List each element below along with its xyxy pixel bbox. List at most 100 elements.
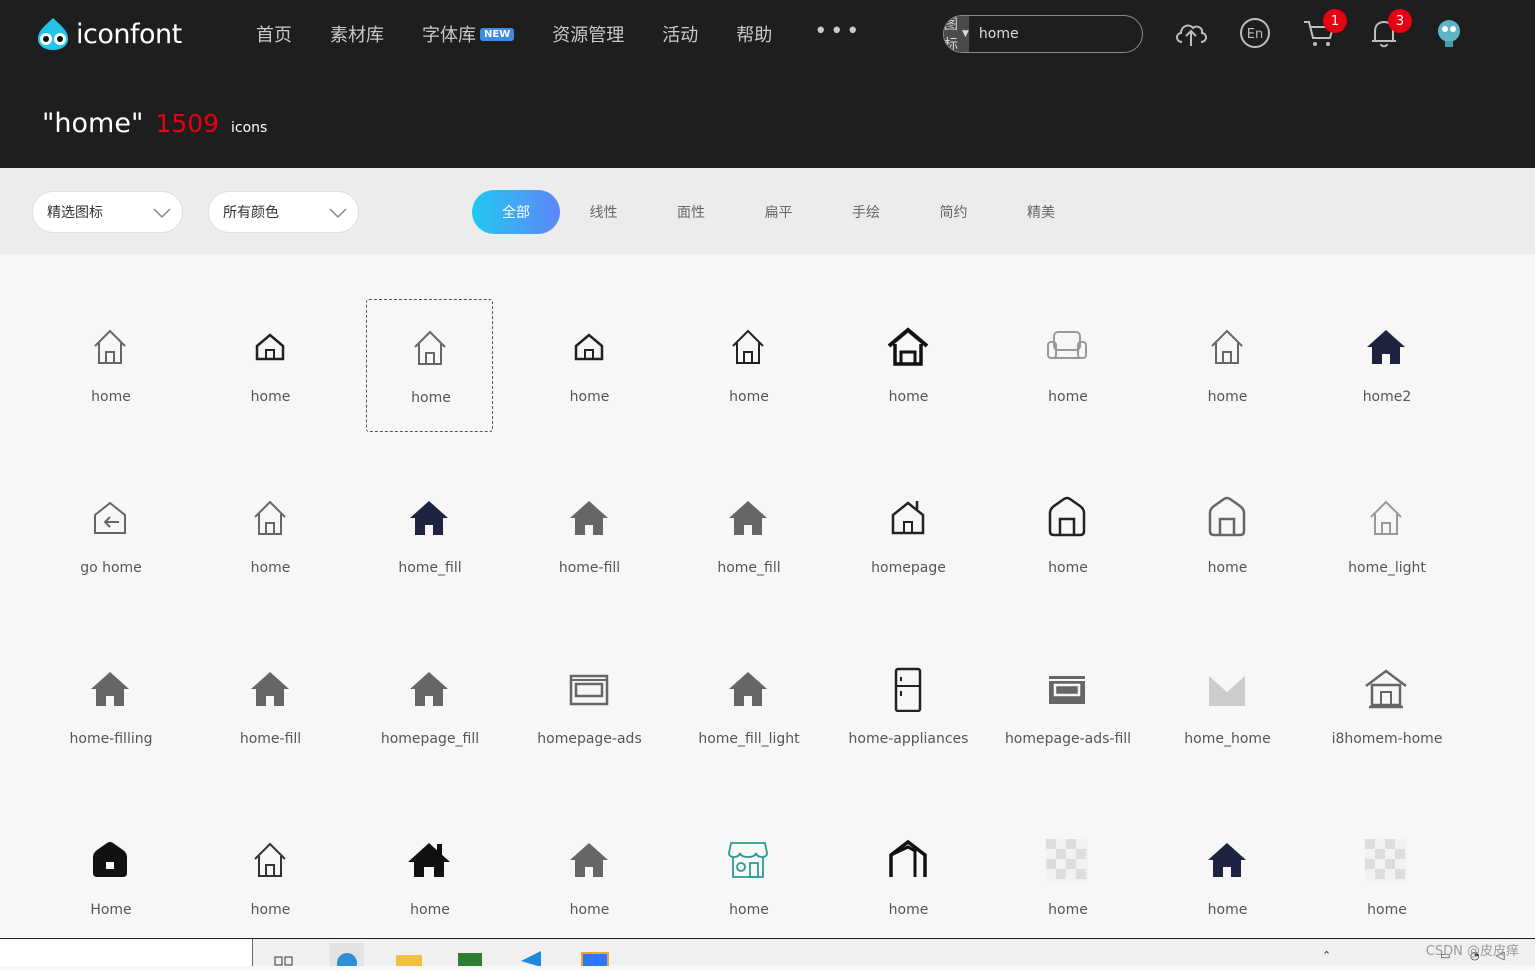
nav-home[interactable]: 首页 (256, 21, 292, 47)
cart-button[interactable]: 1 (1301, 9, 1347, 51)
icon-card[interactable]: home_fill (685, 470, 812, 603)
icon-card[interactable]: home (845, 299, 972, 432)
color-dropdown[interactable]: 所有颜色 (208, 191, 359, 233)
icon-card[interactable]: home (207, 470, 334, 603)
main-nav: 首页 素材库 字体库 NEW 资源管理 活动 帮助 ••• (256, 21, 862, 47)
home-rounded-icon (1048, 496, 1086, 537)
icon-label: home (569, 902, 610, 918)
icon-label: home_fill_light (698, 731, 800, 747)
icon-type-dropdown[interactable]: 精选图标 (32, 191, 183, 233)
icon-card[interactable]: home-appliances (845, 641, 972, 774)
tray-chevron-icon[interactable]: ⌃ (1322, 949, 1331, 962)
nav-label: 首页 (256, 25, 292, 46)
icon-label: home_home (1184, 731, 1271, 747)
icon-card[interactable]: homepage_fill (366, 641, 493, 774)
language-icon: En (1240, 18, 1270, 48)
notification-button[interactable]: 3 (1366, 9, 1412, 51)
tab-handdrawn[interactable]: 手绘 (822, 190, 910, 234)
avatar[interactable] (1431, 15, 1467, 51)
icon-card[interactable]: home2 (1323, 299, 1450, 432)
icon-card[interactable]: home (685, 812, 812, 945)
icon-card[interactable]: homepage (845, 470, 972, 603)
icon-card[interactable]: home-fill (526, 470, 653, 603)
icon-card[interactable]: home_light (1323, 470, 1450, 603)
nav-resources[interactable]: 资源管理 (552, 21, 624, 47)
tab-filled[interactable]: 面性 (647, 190, 735, 234)
taskbar-search-area[interactable] (0, 939, 253, 966)
watermark: CSDN @皮皮痒 (1425, 944, 1519, 959)
tab-flat[interactable]: 扁平 (735, 190, 823, 234)
app-taskbar-icon[interactable] (578, 943, 612, 968)
icon-card[interactable]: home (1004, 812, 1131, 945)
logo-text: iconfont (76, 18, 182, 50)
icon-label: home (91, 389, 131, 405)
icon-card[interactable]: home (207, 812, 334, 945)
tab-refined[interactable]: 精美 (997, 190, 1085, 234)
ads-outline-icon (569, 674, 608, 706)
upload-button[interactable] (1173, 15, 1209, 51)
fridge-icon (894, 667, 921, 712)
icon-label: home (888, 902, 929, 918)
icon-card[interactable]: home (1323, 812, 1450, 945)
nav-fonts[interactable]: 字体库 NEW (422, 21, 515, 47)
icon-card[interactable]: home (366, 812, 493, 945)
icon-card[interactable]: home (47, 299, 174, 432)
icon-card[interactable]: home (207, 299, 334, 432)
more-menu-button[interactable]: ••• (814, 21, 862, 43)
vscode-taskbar-icon[interactable] (515, 943, 549, 967)
home-solid-icon (729, 501, 767, 535)
icon-card[interactable]: home (526, 812, 653, 945)
icon-card[interactable]: home (1164, 470, 1291, 603)
icon-label: homepage-ads (537, 731, 642, 747)
result-unit: icons (231, 120, 268, 136)
icon-card[interactable]: home (1164, 812, 1291, 945)
icon-label: home (1048, 389, 1088, 405)
icon-label: home (411, 390, 451, 406)
nav-help[interactable]: 帮助 (736, 21, 772, 47)
icon-card[interactable]: go home (47, 470, 174, 603)
icon-label: home-filling (69, 731, 153, 747)
placeholder-icon (1046, 839, 1088, 881)
chevron-down-icon (329, 208, 347, 219)
nav-materials[interactable]: 素材库 (330, 21, 384, 47)
icon-card[interactable]: home_fill_light (685, 641, 812, 774)
icon-card[interactable]: homepage-ads (526, 641, 653, 774)
browser-taskbar-icon[interactable] (330, 943, 364, 970)
icon-card[interactable]: home (1004, 299, 1131, 432)
icon-card[interactable]: Home (47, 812, 174, 945)
tab-simple[interactable]: 简约 (910, 190, 998, 234)
icon-card[interactable]: home (685, 299, 812, 432)
icon-card[interactable]: home-filling (47, 641, 174, 774)
task-view-icon[interactable] (271, 943, 305, 966)
icon-label: home (729, 389, 769, 405)
home-solid-icon (1207, 843, 1246, 877)
home-solid-icon (410, 501, 448, 535)
icon-card[interactable]: home_home (1164, 641, 1291, 774)
icon-label: i8homem-home (1331, 731, 1443, 747)
icon-label: home (569, 389, 610, 405)
icon-card[interactable]: home_fill (366, 470, 493, 603)
home-solid-icon (729, 672, 767, 706)
folder-taskbar-icon[interactable] (392, 943, 426, 967)
mail-box-icon (1207, 672, 1246, 706)
language-button[interactable]: En (1237, 15, 1273, 51)
logo[interactable]: iconfont (34, 16, 182, 52)
shop-icon (728, 842, 768, 878)
icon-card[interactable]: home (366, 299, 493, 432)
home-solid-icon (410, 672, 448, 706)
icon-card[interactable]: homepage-ads-fill (1004, 641, 1131, 774)
tab-linear[interactable]: 线性 (560, 190, 648, 234)
nav-activities[interactable]: 活动 (662, 21, 698, 47)
tab-all[interactable]: 全部 (472, 190, 560, 234)
home-blob-icon (93, 842, 127, 877)
search-type-select[interactable]: 图标 ▼ (944, 16, 969, 52)
icon-card[interactable]: home-fill (207, 641, 334, 774)
icon-card[interactable]: home (845, 812, 972, 945)
cloud-upload-icon (1176, 24, 1207, 46)
editor-taskbar-icon[interactable] (453, 943, 487, 967)
icon-card[interactable]: home (526, 299, 653, 432)
search-input[interactable] (968, 16, 1142, 52)
icon-card[interactable]: i8homem-home (1323, 641, 1450, 774)
icon-card[interactable]: home (1164, 299, 1291, 432)
icon-card[interactable]: home (1004, 470, 1131, 603)
